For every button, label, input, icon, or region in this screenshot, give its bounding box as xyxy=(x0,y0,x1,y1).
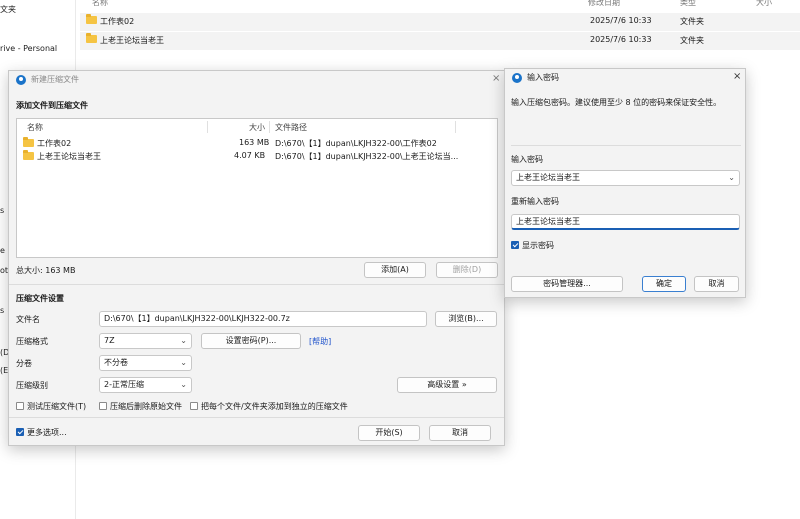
folder-icon xyxy=(86,14,97,24)
column-modified[interactable]: 修改日期 xyxy=(588,0,620,8)
nav-item[interactable]: rive - Personal xyxy=(0,44,57,53)
new-archive-dialog: 新建压缩文件 × 添加文件到压缩文件 名称 大小 文件路径 工作表02 163 … xyxy=(8,70,505,446)
format-value: 7Z xyxy=(104,336,115,345)
file-list[interactable]: 名称 大小 文件路径 工作表02 163 MB D:\670\【1】dupan\… xyxy=(16,118,498,258)
more-options-checkbox[interactable] xyxy=(16,428,24,436)
file-path: D:\670\【1】dupan\LKJH322-00\上老王论坛当... xyxy=(275,152,459,161)
chevron-down-icon: ⌄ xyxy=(180,358,187,367)
file-size: 163 MB xyxy=(239,138,270,147)
row-type: 文件夹 xyxy=(680,17,704,26)
dialog-title: 输入密码 xyxy=(527,73,559,82)
nav-item[interactable]: ot xyxy=(0,266,8,275)
browse-button[interactable]: 浏览(B)... xyxy=(435,311,497,327)
dialog-titlebar: 输入密码 × xyxy=(505,69,745,87)
file-path: D:\670\【1】dupan\LKJH322-00\工作表02 xyxy=(275,139,437,148)
list-item[interactable]: 工作表02 163 MB D:\670\【1】dupan\LKJH322-00\… xyxy=(17,136,497,149)
help-link[interactable]: [帮助] xyxy=(309,336,331,347)
folder-icon xyxy=(23,137,34,147)
password-dialog: 输入密码 × 输入压缩包密码。建议使用至少 8 位的密码来保证安全性。 输入密码… xyxy=(504,68,746,298)
format-select[interactable]: 7Z ⌄ xyxy=(99,333,192,349)
volume-value: 不分卷 xyxy=(104,358,128,367)
delete-button[interactable]: 删除(D) xyxy=(436,262,498,278)
divider xyxy=(9,284,504,285)
cancel-button[interactable]: 取消 xyxy=(694,276,739,292)
show-password-checkbox[interactable] xyxy=(511,241,519,249)
nav-item[interactable]: s xyxy=(0,206,4,215)
total-size: 总大小: 163 MB xyxy=(16,266,76,275)
chevron-down-icon: ⌄ xyxy=(180,380,187,389)
app-logo-icon xyxy=(512,73,522,83)
file-name: 工作表02 xyxy=(37,139,72,148)
password-input[interactable]: 上老王论坛当老王 ⌄ xyxy=(511,170,740,186)
more-options-label: 更多选项... xyxy=(27,428,67,437)
explorer-column-header: 名称 修改日期 类型 大小 xyxy=(80,0,800,10)
header-divider xyxy=(455,121,456,133)
column-type[interactable]: 类型 xyxy=(680,0,696,8)
nav-item[interactable]: 文夹 xyxy=(0,4,16,15)
ok-button[interactable]: 确定 xyxy=(642,276,686,292)
password-label: 输入密码 xyxy=(511,155,543,164)
test-archive-label: 测试压缩文件(T) xyxy=(27,402,87,411)
nav-item[interactable]: (E xyxy=(0,366,8,375)
test-archive-checkbox[interactable] xyxy=(16,402,24,410)
dialog-title: 新建压缩文件 xyxy=(31,75,79,84)
row-name: 工作表02 xyxy=(100,17,135,26)
chevron-down-icon[interactable]: ⌄ xyxy=(728,171,735,185)
volume-select[interactable]: 不分卷 ⌄ xyxy=(99,355,192,371)
row-type: 文件夹 xyxy=(680,36,704,45)
separate-archives-checkbox[interactable] xyxy=(190,402,198,410)
explorer-row[interactable]: 上老王论坛当老王 2025/7/6 10:33 文件夹 xyxy=(80,32,800,50)
close-icon[interactable]: × xyxy=(733,71,741,82)
file-size: 4.07 KB xyxy=(234,151,266,160)
list-item[interactable]: 上老王论坛当老王 4.07 KB D:\670\【1】dupan\LKJH322… xyxy=(17,149,497,162)
divider xyxy=(9,417,504,418)
list-header-path[interactable]: 文件路径 xyxy=(275,122,307,133)
chevron-down-icon: ⌄ xyxy=(180,336,187,345)
add-button[interactable]: 添加(A) xyxy=(364,262,426,278)
app-logo-icon xyxy=(16,75,26,85)
folder-icon xyxy=(86,33,97,43)
level-label: 压缩级别 xyxy=(16,381,48,390)
format-label: 压缩格式 xyxy=(16,337,48,346)
filename-input[interactable]: D:\670\【1】dupan\LKJH322-00\LKJH322-00.7z xyxy=(99,311,427,327)
close-icon[interactable]: × xyxy=(492,73,500,84)
column-size[interactable]: 大小 xyxy=(756,0,772,8)
separate-archives-label: 把每个文件/文件夹添加到独立的压缩文件 xyxy=(201,402,348,411)
dialog-titlebar: 新建压缩文件 × xyxy=(9,71,504,89)
list-header-size[interactable]: 大小 xyxy=(249,122,265,133)
add-files-heading: 添加文件到压缩文件 xyxy=(16,101,88,110)
delete-after-label: 压缩后删除原始文件 xyxy=(110,402,182,411)
advanced-settings-button[interactable]: 高级设置 » xyxy=(397,377,497,393)
row-modified: 2025/7/6 10:33 xyxy=(590,16,652,25)
show-password-label: 显示密码 xyxy=(522,241,554,250)
password-description: 输入压缩包密码。建议使用至少 8 位的密码来保证安全性。 xyxy=(511,98,722,107)
volume-label: 分卷 xyxy=(16,359,32,368)
password-manager-button[interactable]: 密码管理器... xyxy=(511,276,623,292)
level-value: 2-正常压缩 xyxy=(104,380,144,389)
divider xyxy=(511,145,741,146)
filename-label: 文件名 xyxy=(16,315,40,324)
column-name[interactable]: 名称 xyxy=(92,0,108,8)
row-modified: 2025/7/6 10:33 xyxy=(590,35,652,44)
list-header-name[interactable]: 名称 xyxy=(27,122,43,133)
set-password-button[interactable]: 设置密码(P)... xyxy=(201,333,301,349)
row-name: 上老王论坛当老王 xyxy=(100,36,164,45)
archive-settings-heading: 压缩文件设置 xyxy=(16,294,64,303)
start-button[interactable]: 开始(S) xyxy=(358,425,420,441)
nav-item[interactable]: e xyxy=(0,246,5,255)
cancel-button[interactable]: 取消 xyxy=(429,425,491,441)
confirm-password-label: 重新输入密码 xyxy=(511,197,559,206)
header-divider xyxy=(269,121,270,133)
nav-item[interactable]: s xyxy=(0,306,4,315)
explorer-row[interactable]: 工作表02 2025/7/6 10:33 文件夹 xyxy=(80,13,800,31)
confirm-password-input[interactable]: 上老王论坛当老王 xyxy=(511,214,740,230)
delete-after-checkbox[interactable] xyxy=(99,402,107,410)
folder-icon xyxy=(23,150,34,160)
password-value: 上老王论坛当老王 xyxy=(516,173,580,182)
file-name: 上老王论坛当老王 xyxy=(37,152,101,161)
level-select[interactable]: 2-正常压缩 ⌄ xyxy=(99,377,192,393)
header-divider xyxy=(207,121,208,133)
